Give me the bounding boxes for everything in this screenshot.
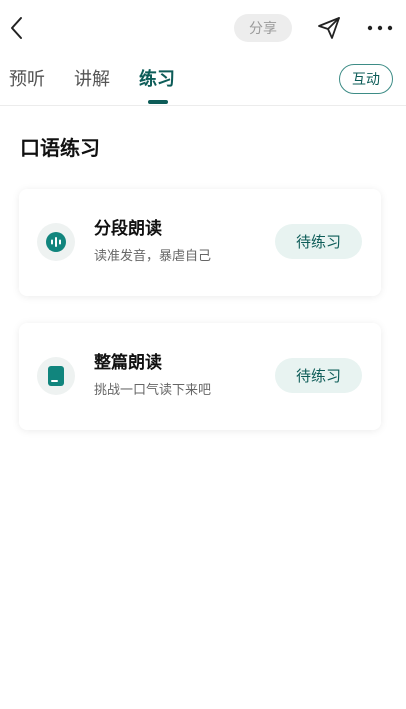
more-dots-icon [367, 25, 393, 31]
share-button[interactable]: 分享 [234, 14, 292, 42]
tab-explain[interactable]: 讲解 [74, 66, 110, 94]
interact-button[interactable]: 互动 [339, 64, 393, 94]
card-subtitle: 读准发音，暴虐自己 [94, 249, 212, 264]
card-icon-container [37, 357, 75, 395]
tab-preview[interactable]: 预听 [9, 66, 45, 94]
card-subtitle: 挑战一口气读下来吧 [94, 383, 212, 398]
card-title: 整篇朗读 [94, 353, 162, 373]
active-tab-indicator [148, 100, 168, 104]
tab-bar: 预听 讲解 练习 互动 [0, 56, 406, 106]
card-icon-container [37, 223, 75, 261]
practice-status-button[interactable]: 待练习 [275, 358, 362, 393]
back-button[interactable] [4, 14, 28, 42]
send-button[interactable] [316, 15, 342, 41]
audio-waveform-icon [46, 232, 66, 252]
top-bar: 分享 [0, 0, 406, 56]
document-icon [48, 366, 64, 386]
tab-practice[interactable]: 练习 [139, 66, 175, 94]
practice-status-button[interactable]: 待练习 [275, 224, 362, 259]
section-title: 口语练习 [20, 136, 100, 160]
chevron-left-icon [11, 17, 22, 39]
practice-card-segment[interactable]: 分段朗读 读准发音，暴虐自己 待练习 [19, 189, 381, 296]
card-title: 分段朗读 [94, 219, 162, 239]
practice-card-full[interactable]: 整篇朗读 挑战一口气读下来吧 待练习 [19, 323, 381, 430]
paper-plane-icon [318, 17, 340, 39]
more-button[interactable] [366, 15, 394, 41]
